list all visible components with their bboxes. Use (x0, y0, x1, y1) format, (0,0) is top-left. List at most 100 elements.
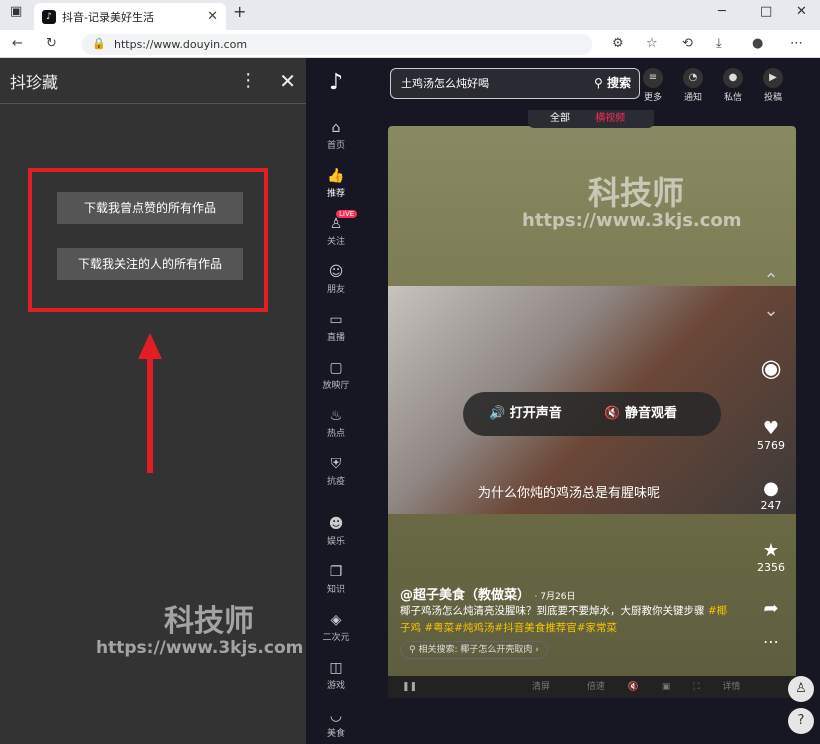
author-name[interactable]: @超子美食（教做菜） · 7月26日 (400, 584, 575, 603)
tab-landscape[interactable]: 横视频 (595, 113, 625, 124)
extension-panel: 抖珍藏 ⋮ ✕ 下载我曾点赞的所有作品 下载我关注的人的所有作品 科技师 htt… (0, 58, 306, 744)
nav-entertainment[interactable]: ☻ 娱乐 (306, 516, 366, 547)
person-add-icon: ♙ (329, 216, 343, 232)
like-button[interactable]: ♥ 5769 (746, 418, 796, 452)
tab-title: 抖音-记录美好生活 (62, 10, 154, 24)
nav-food[interactable]: ◡ 美食 (306, 708, 366, 739)
mute-watch-button[interactable]: 🔇 静音观看 (604, 406, 677, 421)
star-icon: ★ (762, 540, 780, 561)
messages-button[interactable]: ● 私信 (716, 68, 750, 103)
history-icon[interactable]: ⟲ (682, 30, 693, 58)
gamepad-icon: ◫ (329, 660, 343, 676)
nav-live[interactable]: ▭ 直播 (306, 312, 366, 343)
watermark-url: https://www.3kjs.com (96, 638, 304, 658)
extensions-icon[interactable]: ⚙ (612, 30, 624, 58)
video-caption: 为什么你炖的鸡汤总是有腥味呢 (478, 486, 661, 501)
volume-icon[interactable]: 🔇 (628, 682, 639, 692)
next-video-icon[interactable]: ⌄ (746, 300, 796, 321)
douyin-favicon-icon: ♪ (42, 9, 56, 24)
search-button[interactable]: ⚲ 搜索 (594, 69, 631, 98)
screen: ▣ ♪ 抖音-记录美好生活 ✕ + ─ □ ✕ ← ↻ https://www.… (0, 0, 820, 744)
bowl-icon: ◡ (329, 708, 343, 724)
back-icon[interactable]: ← (12, 30, 23, 58)
anime-icon: ◈ (330, 612, 342, 628)
more-icon: ≡ (643, 68, 663, 88)
book-icon: ❐ (329, 564, 343, 580)
help-icon[interactable]: ? (788, 708, 814, 734)
url-field[interactable]: https://www.douyin.com (82, 34, 592, 55)
chat-icon: ● (723, 68, 743, 88)
douyin-logo-icon[interactable]: ♪ (306, 70, 366, 95)
highlight-box (28, 168, 268, 312)
favorite-button[interactable]: ★ 2356 (746, 540, 796, 574)
nav-friends[interactable]: ☺ 朋友 (306, 264, 366, 295)
minimize-icon[interactable]: ─ (718, 4, 726, 19)
player-controls: ❚❚ 清屏 倍速 🔇 ▣ ⛶ 详情 (388, 676, 796, 698)
more-button[interactable]: ≡ 更多 (636, 68, 670, 103)
post-date: · 7月26日 (534, 592, 576, 602)
shirt-icon[interactable]: ♙ (788, 676, 814, 702)
thumbs-up-icon: 👍 (327, 168, 345, 184)
panel-title: 抖珍藏 (10, 72, 59, 92)
clear-screen-toggle[interactable]: 清屏 (532, 682, 550, 692)
watermark-url-video: https://www.3kjs.com (522, 210, 742, 231)
favorites-icon[interactable]: ☆ (646, 30, 658, 58)
camera-icon: ▶ (763, 68, 783, 88)
live-badge: LIVE (336, 210, 358, 218)
download-liked-button[interactable]: 下载我曾点赞的所有作品 (57, 192, 243, 224)
sound-bar: 🔊 打开声音 🔇 静音观看 (463, 392, 721, 436)
upload-button[interactable]: ▶ 投稿 (756, 68, 790, 103)
tab-actions-icon[interactable]: ▣ (10, 4, 22, 19)
window-close-icon[interactable]: ✕ (796, 4, 807, 19)
watermark-name: 科技师 (164, 604, 254, 639)
red-arrow (138, 333, 162, 473)
sound-on-button[interactable]: 🔊 打开声音 (489, 406, 562, 421)
tab-all[interactable]: 全部 (550, 113, 570, 124)
nav-anime[interactable]: ◈ 二次元 (306, 612, 366, 643)
nav-epidemic[interactable]: ⛨ 抗疫 (306, 456, 366, 487)
close-panel-icon[interactable]: ✕ (279, 69, 296, 93)
nav-knowledge[interactable]: ❐ 知识 (306, 564, 366, 595)
side-nav: ♪ ⌂ 首页 👍 推荐 ♙ 关注 LIVE ☺ 朋友 ▭ 直播 ▢ 放映厅 ♨ 热点 ⛨ 抗疫 … (306, 58, 366, 744)
profile-avatar-icon[interactable]: ● (752, 30, 763, 58)
maximize-icon[interactable]: □ (760, 4, 772, 19)
tv-icon: ▢ (329, 360, 343, 376)
new-tab-icon[interactable]: + (233, 2, 246, 21)
download-following-button[interactable]: 下载我关注的人的所有作品 (57, 248, 243, 280)
nav-home[interactable]: ⌂ 首页 (306, 120, 366, 151)
close-tab-icon[interactable]: ✕ (207, 9, 218, 24)
search-input[interactable]: 土鸡汤怎么炖好喝 ⚲ 搜索 (390, 68, 640, 99)
more-dots-icon[interactable]: ⋯ (746, 632, 796, 651)
refresh-icon[interactable]: ↻ (46, 30, 57, 58)
pip-icon[interactable]: ▣ (662, 682, 671, 692)
nav-theater[interactable]: ▢ 放映厅 (306, 360, 366, 391)
video-tabs: 全部 横视频 (528, 110, 654, 128)
browser-tab[interactable]: ♪ 抖音-记录美好生活 ✕ (34, 3, 226, 30)
nav-follow[interactable]: ♙ 关注 (306, 216, 366, 247)
comment-icon: ● (763, 478, 779, 499)
notification-button[interactable]: ◔ 通知 (676, 68, 710, 103)
comment-button[interactable]: ● 247 (746, 478, 796, 512)
share-icon[interactable]: ➦ (746, 598, 796, 619)
pause-icon[interactable]: ❚❚ (402, 682, 417, 692)
fire-icon: ♨ (329, 408, 343, 424)
detail-button[interactable]: 详情 (722, 682, 740, 692)
shield-icon: ⛨ (330, 456, 342, 472)
lock-icon: 🔒 (92, 37, 106, 50)
related-search[interactable]: ⚲ 相关搜索: 椰子怎么开壳取肉 › (400, 641, 548, 659)
nav-recommend[interactable]: 👍 推荐 (306, 168, 366, 199)
speed-button[interactable]: 倍速 (587, 682, 605, 692)
author-avatar[interactable]: ◉ (746, 354, 796, 382)
video-description: 椰子鸡汤怎么炖清亮没腥味？到底要不要焯水，大厨教你关键步骤 #椰子鸡 #粤菜#炖… (400, 605, 728, 634)
live-icon: ▭ (329, 312, 343, 328)
heart-icon: ♥ (762, 418, 780, 439)
nav-hot[interactable]: ♨ 热点 (306, 408, 366, 439)
fullscreen-icon[interactable]: ⛶ (693, 682, 699, 692)
download-icon[interactable]: ⤓ (716, 30, 722, 58)
nav-games[interactable]: ◫ 游戏 (306, 660, 366, 691)
more-options-icon[interactable]: ⋮ (239, 70, 257, 91)
prev-video-icon[interactable]: ⌃ (746, 270, 796, 291)
address-bar-row: ← ↻ https://www.douyin.com 🔒 ⚙ ☆ ⟲ ⤓ ● ⋯ (0, 30, 820, 58)
browser-tabbar: ▣ ♪ 抖音-记录美好生活 ✕ + ─ □ ✕ (0, 0, 820, 30)
menu-icon[interactable]: ⋯ (790, 30, 803, 58)
